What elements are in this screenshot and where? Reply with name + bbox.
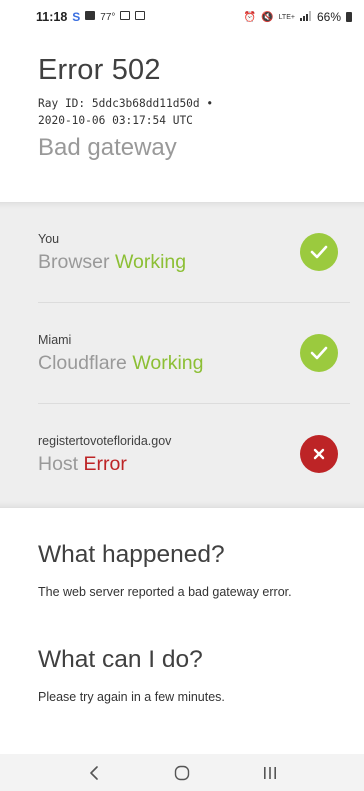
what-can-i-do-heading: What can I do? <box>38 646 203 673</box>
status-kind: Browser <box>38 251 110 273</box>
what-can-i-do-section: What can I do? Please try again in a few… <box>38 645 350 706</box>
calendar-icon <box>135 11 146 23</box>
status-kind: Cloudflare <box>38 352 127 374</box>
battery-icon <box>346 12 352 22</box>
status-kind: Host <box>38 453 79 475</box>
image-icon <box>120 11 131 23</box>
what-happened-heading: What happened? <box>38 541 225 568</box>
status-panel: You Browser Working Miami Cloudflare Wor… <box>0 202 364 508</box>
status-value: Error <box>83 453 127 475</box>
status-item-host: registertovoteflorida.gov Host Error <box>38 433 350 503</box>
status-bar: 11:18 S 77° ⏰ 🔇 LTE+ 66% <box>0 0 364 34</box>
status-left: 11:18 S 77° <box>36 10 146 24</box>
check-icon <box>300 334 338 372</box>
recent-apps-icon[interactable] <box>250 758 290 788</box>
divider <box>38 403 350 404</box>
error-header: Error 502 Ray ID: 5ddc3b68dd11d50d • 202… <box>38 52 338 163</box>
check-icon <box>300 233 338 271</box>
error-timestamp: 2020-10-06 03:17:54 UTC <box>38 114 193 127</box>
signal-icon <box>299 10 312 24</box>
what-happened-section: What happened? The web server reported a… <box>38 540 350 601</box>
back-icon[interactable] <box>74 758 114 788</box>
alarm-icon: ⏰ <box>243 11 257 23</box>
status-value: Working <box>114 251 187 273</box>
status-right: ⏰ 🔇 LTE+ 66% <box>244 10 352 24</box>
app-notification-icon: S <box>72 10 81 24</box>
weather-temp: 77° <box>100 11 116 23</box>
error-title: Error 502 <box>38 54 161 86</box>
mute-icon: 🔇 <box>261 11 274 23</box>
status-item-browser: You Browser Working <box>38 231 350 301</box>
message-icon <box>85 11 96 23</box>
what-can-i-do-body: Please try again in a few minutes. <box>38 690 225 704</box>
divider <box>38 302 350 303</box>
what-happened-body: The web server reported a bad gateway er… <box>38 585 292 599</box>
home-icon[interactable] <box>162 758 202 788</box>
battery-percent: 66% <box>316 10 341 24</box>
ray-id: Ray ID: 5ddc3b68dd11d50d • <box>38 97 214 110</box>
status-item-cloudflare: Miami Cloudflare Working <box>38 332 350 402</box>
error-icon <box>300 435 338 473</box>
network-type: LTE+ <box>278 13 295 21</box>
error-subtitle: Bad gateway <box>38 134 177 161</box>
navigation-bar <box>0 754 364 791</box>
status-value: Working <box>132 352 204 374</box>
status-time: 11:18 <box>36 10 68 24</box>
